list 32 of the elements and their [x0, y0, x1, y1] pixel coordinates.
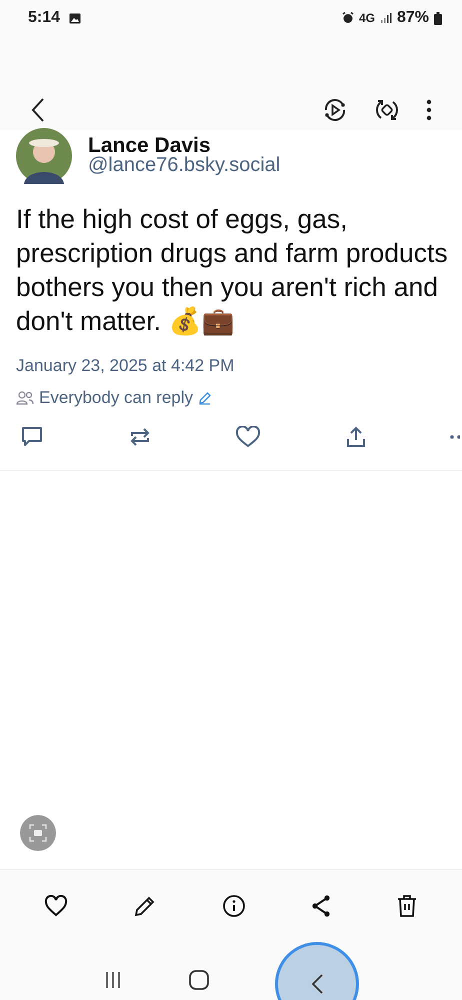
share-icon[interactable]: [344, 426, 366, 448]
author-name[interactable]: Lance Davis: [88, 136, 280, 152]
delete-icon[interactable]: [396, 894, 418, 918]
info-icon[interactable]: [222, 894, 246, 918]
status-time: 5:14: [28, 9, 60, 27]
more-icon[interactable]: [450, 435, 462, 439]
chevron-left-icon: [310, 973, 324, 995]
reply-setting[interactable]: Everybody can reply: [39, 388, 194, 408]
favorite-icon[interactable]: [44, 895, 68, 917]
reply-icon[interactable]: [20, 426, 44, 448]
author-handle[interactable]: @lance76.bsky.social: [88, 154, 280, 176]
scan-text-button[interactable]: [20, 815, 56, 851]
battery-icon: [434, 12, 442, 24]
home-icon[interactable]: [188, 969, 210, 991]
image-icon: [69, 12, 82, 24]
rotate-icon[interactable]: [374, 97, 400, 123]
network-label: 4G: [358, 11, 375, 25]
alarm-icon: [342, 12, 354, 24]
play-icon[interactable]: [322, 97, 348, 123]
share-icon[interactable]: [311, 895, 331, 917]
pencil-icon[interactable]: [198, 391, 212, 405]
scan-icon: [28, 823, 48, 843]
avatar[interactable]: [16, 128, 72, 184]
like-icon[interactable]: [235, 426, 261, 448]
people-icon: [16, 391, 34, 405]
battery-level: 87%: [396, 9, 429, 27]
post-timestamp: January 23, 2025 at 4:42 PM: [16, 356, 236, 376]
edit-icon[interactable]: [133, 894, 157, 918]
back-button[interactable]: [30, 97, 46, 123]
post-text: If the high cost of eggs, gas, prescription drugs and farm products bothers you then you aren't rich and don't matter. 💰💼: [16, 203, 449, 338]
signal-icon: [380, 12, 392, 24]
more-icon[interactable]: [426, 99, 432, 121]
